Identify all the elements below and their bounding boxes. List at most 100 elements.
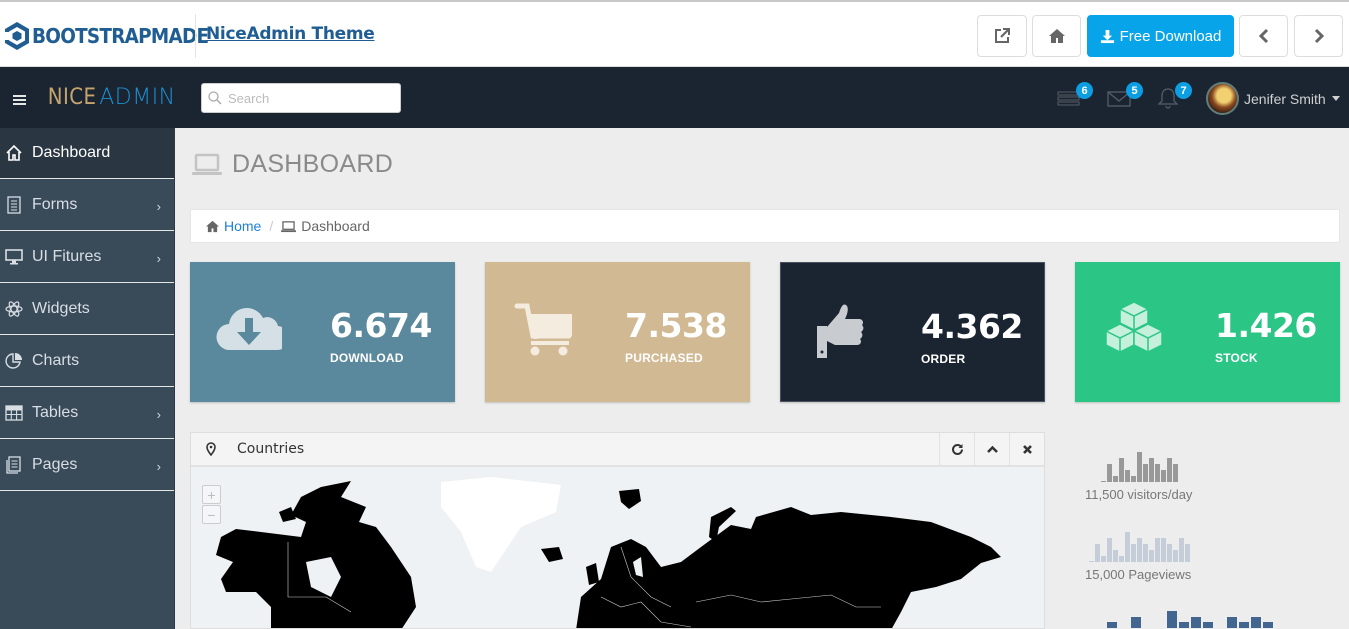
pages-icon [6,455,21,474]
sparkline-bar [1167,544,1172,562]
stat-label: STOCK [1215,351,1258,365]
tasks-button[interactable]: 6 [1057,82,1093,111]
brand-nice: NICE [47,85,97,110]
stat-pageviews: 15,000 Pageviews [1085,532,1191,582]
next-button[interactable] [1294,15,1343,57]
external-link-button[interactable] [977,15,1027,57]
collapse-button[interactable] [974,433,1009,465]
sparkline-bar [1149,458,1154,482]
messages-button[interactable]: 5 [1107,82,1143,111]
theme-link[interactable]: NiceAdmin Theme [206,24,375,44]
logo-text: BOOTSTRAPMADE [32,24,209,48]
cubes-icon [1105,301,1163,353]
sidebar-item-ui-fitures[interactable]: UI Fitures › [0,231,174,283]
notifications-button[interactable]: 7 [1156,82,1192,111]
chevron-right-icon: › [156,251,161,266]
refresh-button[interactable] [939,433,974,465]
menu-toggle-icon[interactable] [13,95,26,107]
sparkline-bar [1101,481,1106,482]
panel-title: Countries [237,441,305,457]
stat-pageviews-label: 15,000 Pageviews [1085,567,1192,582]
free-download-label: Free Download [1119,27,1222,45]
sparkline-bar [1131,544,1136,562]
stat-visitors: 11,500 visitors/day [1085,452,1192,502]
shopping-cart-icon [514,303,572,356]
map-zoom-in-button[interactable]: + [202,485,221,504]
stat-third [1085,598,1273,628]
sparkline-bar [1191,617,1201,628]
breadcrumb-home-link[interactable]: Home [224,218,261,234]
stat-label: DOWNLOAD [330,351,404,365]
chevron-left-icon [1258,28,1268,44]
sidebar-item-tables[interactable]: Tables › [0,387,174,439]
map-zoom-out-button[interactable]: − [202,505,221,524]
sidebar-item-widgets[interactable]: Widgets [0,283,174,335]
caret-down-icon [1331,96,1340,101]
stat-value: 7.538 [625,306,727,345]
promo-divider [195,14,196,58]
sparkline-pageviews [1089,532,1191,562]
chevron-right-icon [1314,28,1324,44]
user-menu[interactable]: Jenifer Smith [1206,82,1340,115]
cloud-download-icon [216,308,282,351]
avatar [1206,82,1239,115]
stat-card-purchased[interactable]: 7.538 PURCHASED [485,262,750,402]
sparkline-bar [1089,561,1094,562]
bootstrapmade-logo[interactable]: BOOTSTRAPMADE [4,20,224,52]
external-link-icon [995,28,1010,43]
stat-visitors-label: 11,500 visitors/day [1085,487,1193,502]
chevron-right-icon: › [156,459,161,474]
home-icon [1048,29,1065,43]
sparkline-bar [1107,538,1112,562]
home-icon [206,220,219,232]
sidebar-item-label: Dashboard [32,144,111,161]
sidebar-item-label: Pages [32,455,78,473]
stat-value: 4.362 [921,307,1023,346]
stat-value: 6.674 [330,306,432,345]
sparkline-bar [1179,538,1184,562]
sparkline-bar [1185,544,1190,562]
download-icon [1100,29,1114,43]
notifications-badge: 7 [1175,82,1192,99]
stat-label: ORDER [921,352,966,366]
search-input[interactable] [228,90,388,106]
sparkline-bar [1101,556,1106,562]
sparkline-bar [1173,464,1178,482]
sidebar-item-charts[interactable]: Charts [0,335,174,387]
thumbs-up-icon [817,304,864,358]
laptop-icon [192,153,222,175]
sidebar-item-forms[interactable]: Forms › [0,179,174,231]
previous-button[interactable] [1239,15,1288,57]
sidebar-item-dashboard[interactable]: Dashboard [0,128,174,179]
sparkline-bar [1263,622,1273,628]
panel-header: Countries [191,433,1044,467]
sparkline-bar [1143,544,1148,562]
home-button[interactable] [1032,15,1081,57]
sparkline-bar [1251,617,1261,628]
stat-value: 1.426 [1215,306,1317,345]
search-box[interactable] [201,83,401,113]
close-button[interactable] [1009,433,1044,465]
sparkline-bar [1149,550,1154,562]
world-map[interactable] [191,467,1045,629]
sparkline-bar [1155,464,1160,482]
stat-card-stock[interactable]: 1.426 STOCK [1075,262,1340,402]
stat-card-download[interactable]: 6.674 DOWNLOAD [190,262,455,402]
desktop-icon [5,248,23,264]
panel-actions [939,433,1044,465]
brand-logo[interactable]: NICE ADMIN [45,85,176,110]
sparkline-bar [1119,458,1124,482]
sparkline-bar [1167,458,1172,482]
sidebar-item-pages[interactable]: Pages › [0,439,174,491]
sidebar: Dashboard Forms › UI Fitures › Widgets C… [0,128,175,629]
free-download-button[interactable]: Free Download [1087,15,1234,57]
atom-icon [5,300,23,317]
stat-card-order[interactable]: 4.362 ORDER [780,262,1045,402]
refresh-icon [951,443,963,455]
sparkline-bar [1113,550,1118,562]
sparkline-bar [1113,476,1118,482]
sparkline-visitors [1101,452,1192,482]
sparkline-bar [1137,452,1142,482]
breadcrumb-separator: / [269,218,274,234]
promo-bar: BOOTSTRAPMADE NiceAdmin Theme Free Downl… [0,0,1349,67]
